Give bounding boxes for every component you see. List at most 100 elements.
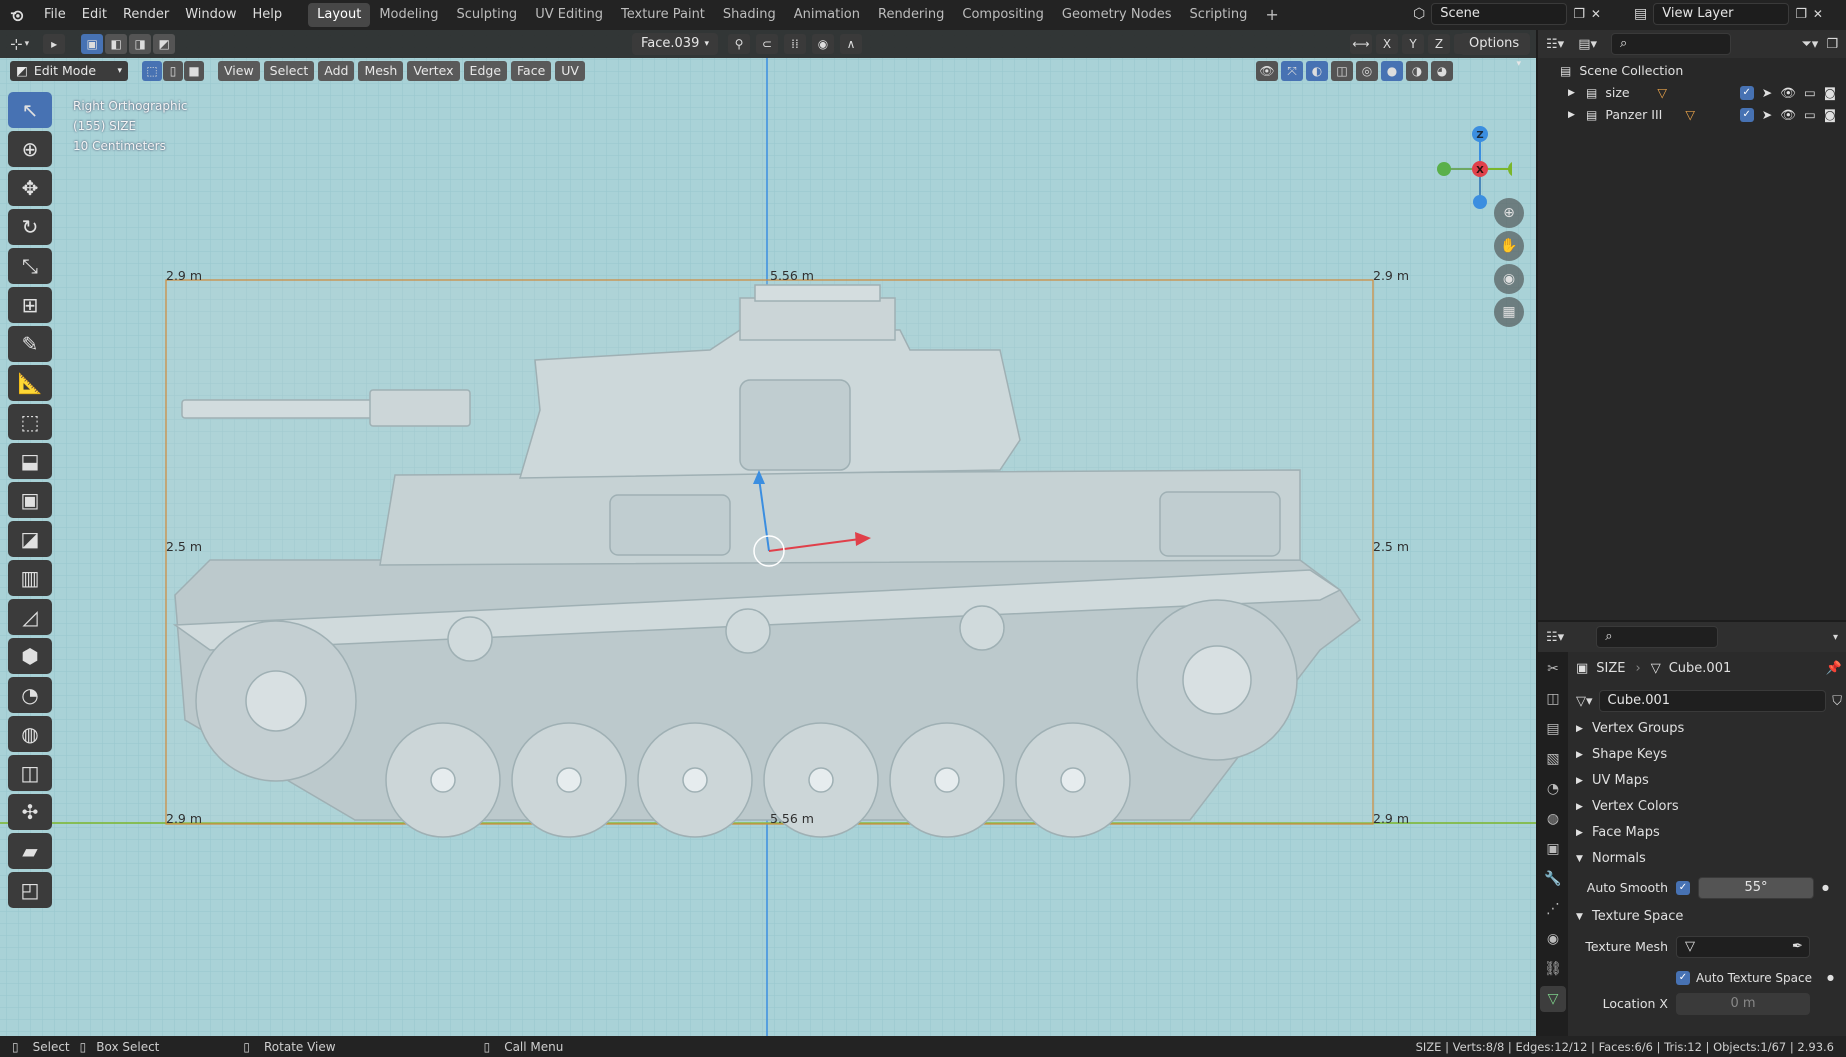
world-tab-icon[interactable]: ◍ [1540, 806, 1566, 832]
fake-user-shield-icon[interactable]: ⛉ [1832, 694, 1842, 709]
rotate-tool-icon[interactable]: ↻ [8, 209, 52, 245]
filter-icon[interactable]: ⏷▾ [1801, 37, 1818, 52]
select-intersect-icon[interactable]: ◩ [153, 34, 176, 54]
active-tool-icon[interactable]: ▸ [43, 34, 66, 54]
vertex-select-icon[interactable]: ⬚ [142, 61, 162, 81]
viewport-display-icon[interactable]: ▭ [1804, 104, 1816, 126]
new-view-layer-icon[interactable]: ❐ [1795, 7, 1807, 22]
extrude-tool-icon[interactable]: ⬓ [8, 443, 52, 479]
scene-tab-icon[interactable]: ◔ [1540, 776, 1566, 802]
selectable-arrow-icon[interactable]: ➤ [1762, 104, 1772, 126]
bevel-tool-icon[interactable]: ◪ [8, 521, 52, 557]
blender-logo-icon[interactable] [0, 7, 24, 23]
location-x-field[interactable]: 0 m [1676, 993, 1810, 1015]
edge-select-icon[interactable]: ▯ [163, 61, 183, 81]
output-tab-icon[interactable]: ▤ [1540, 716, 1566, 742]
new-collection-icon[interactable]: ❐ [1826, 37, 1838, 52]
outliner-item-size[interactable]: ▶ ▤ size ▽ ✓ ➤ 👁 ▭ ◙ [1538, 82, 1846, 104]
keyframe-dot-icon[interactable]: ● [1827, 965, 1842, 991]
tab-layout[interactable]: Layout [308, 3, 371, 27]
tab-sculpting[interactable]: Sculpting [447, 3, 526, 27]
object-tab-icon[interactable]: ▣ [1540, 836, 1566, 862]
delete-view-layer-icon[interactable]: ✕ [1813, 7, 1823, 21]
tab-animation[interactable]: Animation [785, 3, 869, 27]
snap-magnet-icon[interactable]: ⊂ [756, 34, 778, 54]
cursor-tool-icon[interactable]: ⊕ [8, 131, 52, 167]
tool-tab-icon[interactable]: ✂ [1540, 656, 1566, 682]
menu-add[interactable]: Add [318, 61, 355, 81]
menu-edge[interactable]: Edge [463, 61, 508, 81]
loop-cut-tool-icon[interactable]: ▥ [8, 560, 52, 596]
inset-tool-icon[interactable]: ▣ [8, 482, 52, 518]
display-mode-icon[interactable]: ▤▾ [1578, 37, 1597, 52]
pivot-icon[interactable]: ⚲ [728, 34, 750, 54]
tab-compositing[interactable]: Compositing [953, 3, 1053, 27]
viewport-display-icon[interactable]: ▭ [1804, 82, 1816, 104]
mirror-x-toggle[interactable]: X [1376, 34, 1398, 54]
panel-shape-keys[interactable]: ▶ Shape Keys [1576, 742, 1842, 768]
properties-editor-icon[interactable]: ☷▾ [1546, 630, 1564, 645]
poly-build-tool-icon[interactable]: ⬢ [8, 638, 52, 674]
knife-tool-icon[interactable]: ◿ [8, 599, 52, 635]
menu-view[interactable]: View [218, 61, 260, 81]
menu-select[interactable]: Select [263, 61, 315, 81]
3d-viewport[interactable]: ⊹ ▾ ▸ ▣ ◧ ◨ ◩ Face.039 ▾ ⚲ ⊂ ⁞⁞ ◉ ∧ ⟷ X … [0, 30, 1536, 1036]
scene-field[interactable]: Scene [1431, 3, 1568, 25]
scene-collection-row[interactable]: ▤ Scene Collection [1538, 60, 1846, 82]
mesh-name-field[interactable]: Cube.001 [1598, 690, 1827, 712]
select-extend-icon[interactable]: ◧ [105, 34, 128, 54]
tab-modeling[interactable]: Modeling [370, 3, 447, 27]
tab-geometry-nodes[interactable]: Geometry Nodes [1053, 3, 1181, 27]
visibility-eye-icon[interactable]: 👁 [1780, 104, 1796, 126]
options-dropdown[interactable]: Options ▾ [1460, 33, 1530, 69]
auto-texture-space-checkbox[interactable]: ✓ [1676, 971, 1690, 985]
outliner-search-input[interactable]: ⌕ [1611, 33, 1731, 55]
panel-vertex-groups[interactable]: ▶ Vertex Groups [1576, 716, 1842, 742]
exclude-checkbox[interactable]: ✓ [1739, 108, 1754, 122]
rip-tool-icon[interactable]: ◰ [8, 872, 52, 908]
pan-hand-icon[interactable]: ✋ [1494, 231, 1524, 261]
mode-selector[interactable]: ◩ Edit Mode ▾ [10, 61, 128, 81]
shrink-fatten-tool-icon[interactable]: ✣ [8, 794, 52, 830]
menu-vertex[interactable]: Vertex [407, 61, 460, 81]
mesh-data-icon[interactable]: ▽ [1685, 104, 1695, 126]
edge-slide-tool-icon[interactable]: ◫ [8, 755, 52, 791]
transform-tool-icon[interactable]: ⊞ [8, 287, 52, 323]
snap-target-icon[interactable]: ⁞⁞ [784, 34, 806, 54]
panel-vertex-colors[interactable]: ▶ Vertex Colors [1576, 794, 1842, 820]
view-layer-tab-icon[interactable]: ▧ [1540, 746, 1566, 772]
tab-rendering[interactable]: Rendering [869, 3, 953, 27]
view-layer-selector[interactable]: ▤ View Layer ❐ ✕ [1634, 3, 1823, 25]
shear-tool-icon[interactable]: ▰ [8, 833, 52, 869]
wireframe-shading-icon[interactable]: ◎ [1356, 61, 1378, 81]
texture-mesh-field[interactable]: ▽ [1676, 936, 1810, 958]
editor-type-button[interactable]: ⊹ ▾ [10, 35, 29, 53]
exclude-checkbox[interactable]: ✓ [1739, 86, 1754, 100]
move-tool-icon[interactable]: ✥ [8, 170, 52, 206]
render-tab-icon[interactable]: ◫ [1540, 686, 1566, 712]
falloff-icon[interactable]: ∧ [840, 34, 862, 54]
tab-scripting[interactable]: Scripting [1181, 3, 1257, 27]
overlay-toggle-icon[interactable]: ◐ [1306, 61, 1328, 81]
menu-uv[interactable]: UV [555, 61, 585, 81]
panel-texture-space[interactable]: ▼ Texture Space [1576, 904, 1842, 930]
select-new-icon[interactable]: ▣ [81, 34, 104, 54]
menu-mesh[interactable]: Mesh [358, 61, 404, 81]
eyedropper-icon[interactable]: ✒ [1792, 934, 1803, 960]
outliner-editor-icon[interactable]: ☷▾ [1546, 37, 1564, 52]
mirror-icon[interactable]: ⟷ [1350, 34, 1372, 54]
zoom-icon[interactable]: ⊕ [1494, 198, 1524, 228]
auto-smooth-angle-field[interactable]: 55° [1698, 877, 1814, 899]
proportional-edit-icon[interactable]: ◉ [812, 34, 834, 54]
gizmo-toggle-icon[interactable]: ⤧ [1281, 61, 1303, 81]
perspective-toggle-icon[interactable]: ▦ [1494, 297, 1524, 327]
add-workspace-button[interactable]: + [1256, 3, 1287, 27]
pin-icon[interactable]: 📌 [1826, 656, 1842, 682]
menu-window[interactable]: Window [177, 0, 244, 30]
active-face-selector[interactable]: Face.039 ▾ [632, 33, 718, 55]
new-scene-icon[interactable]: ❐ [1573, 7, 1585, 22]
mirror-z-toggle[interactable]: Z [1428, 34, 1450, 54]
camera-view-icon[interactable]: ◉ [1494, 264, 1524, 294]
solid-shading-icon[interactable]: ● [1381, 61, 1403, 81]
scale-tool-icon[interactable]: ⤡ [8, 248, 52, 284]
